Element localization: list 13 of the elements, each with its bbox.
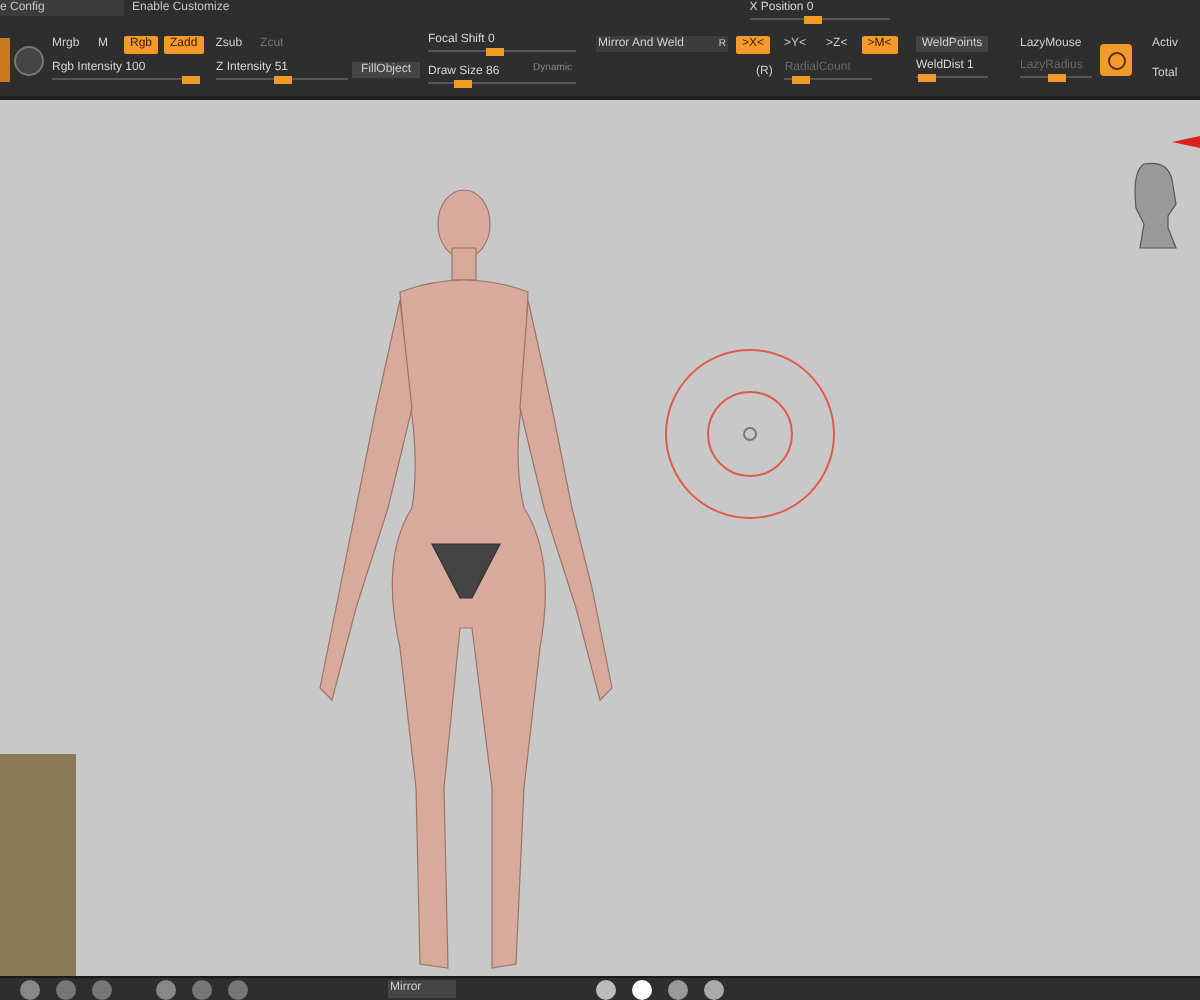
slider-handle[interactable] — [486, 47, 505, 55]
slider-handle[interactable] — [273, 75, 291, 83]
brush-settings-icon[interactable] — [1100, 44, 1132, 76]
slider-handle[interactable] — [1047, 74, 1065, 82]
slider-handle[interactable] — [182, 75, 200, 83]
brush-icon[interactable] — [14, 45, 44, 75]
head-gizmo-drawing[interactable] — [1134, 162, 1177, 249]
slider-handle[interactable] — [804, 16, 823, 24]
brush-cursor-icon — [665, 349, 835, 519]
slider-handle[interactable] — [791, 75, 810, 83]
pointer-arrow-icon — [1172, 136, 1200, 148]
slider-handle[interactable] — [454, 79, 472, 87]
slider-handle[interactable] — [918, 74, 937, 82]
